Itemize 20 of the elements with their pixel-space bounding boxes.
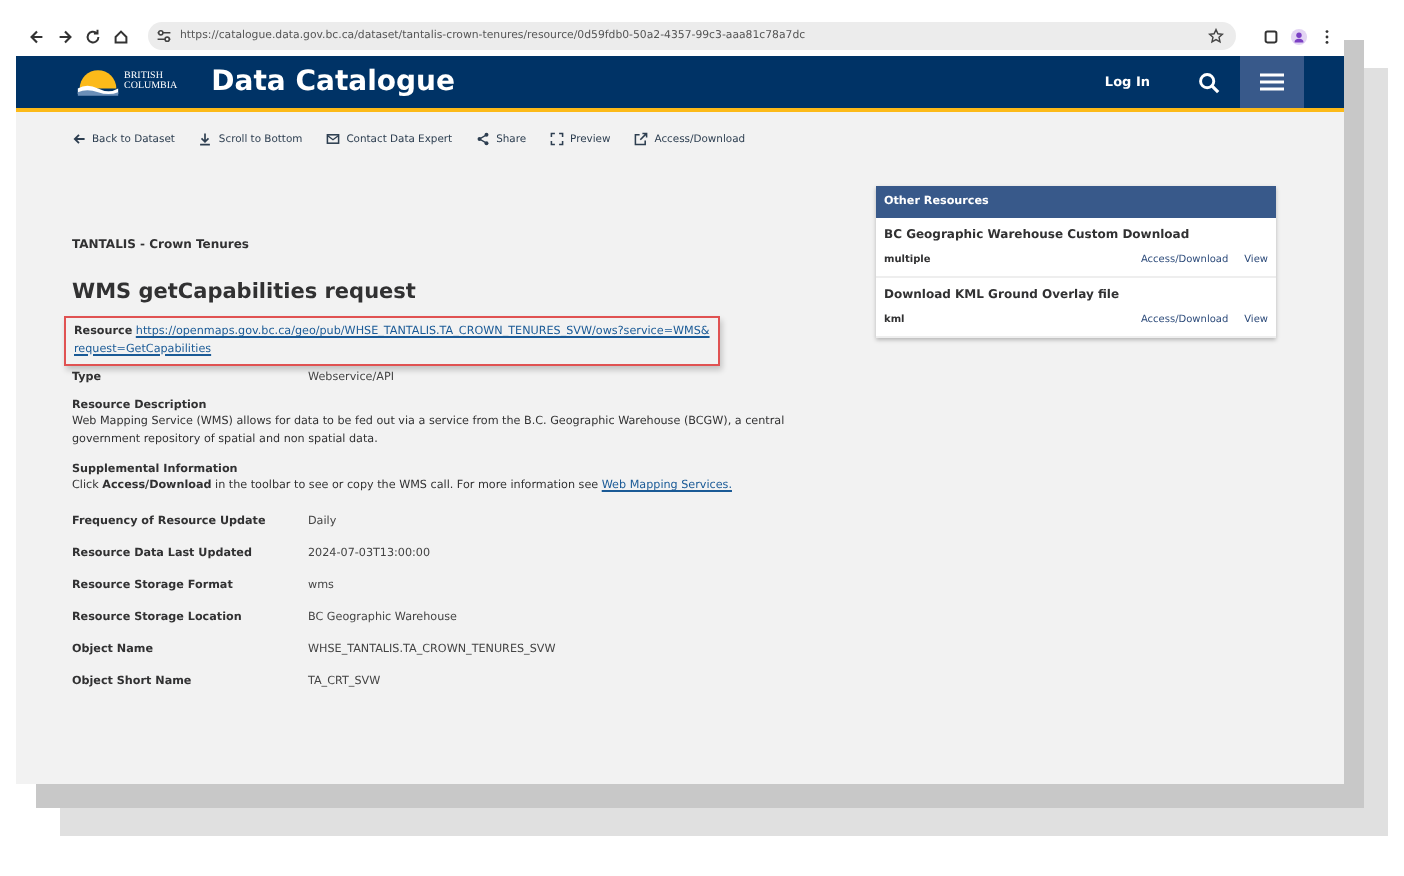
site-settings-icon[interactable] [156, 28, 172, 44]
expand-icon [550, 132, 565, 146]
forward-arrow-icon[interactable] [56, 27, 74, 45]
extensions-icon[interactable] [1262, 27, 1280, 45]
profile-avatar-icon[interactable] [1290, 27, 1308, 45]
reload-icon[interactable] [84, 27, 102, 45]
menu-button[interactable] [1240, 56, 1304, 108]
home-icon[interactable] [112, 27, 130, 45]
menu-icon [1260, 72, 1284, 92]
envelope-icon [326, 132, 341, 146]
back-arrow-icon[interactable] [28, 27, 46, 45]
share-icon [476, 132, 491, 146]
search-icon[interactable] [1198, 71, 1220, 93]
site-title: Data Catalogue [211, 66, 456, 98]
sun-logo-icon[interactable] [76, 69, 120, 95]
external-link-icon [634, 132, 649, 146]
back-arrow-icon [72, 132, 86, 146]
bookmark-star-icon[interactable] [1208, 28, 1224, 44]
download-icon [198, 132, 213, 146]
page-heading: WMS getCapabilities request [72, 280, 418, 304]
